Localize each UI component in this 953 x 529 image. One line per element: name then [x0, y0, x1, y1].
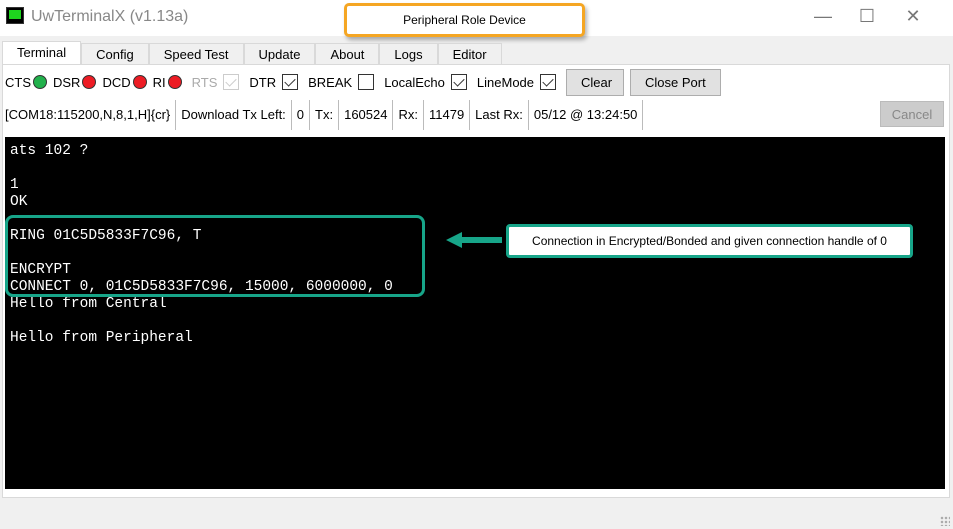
last-rx-label: Last Rx:: [470, 100, 529, 130]
linemode-label: LineMode: [476, 74, 535, 90]
tab-bar: Terminal Config Speed Test Update About …: [2, 41, 502, 66]
annotation-peripheral-role: Peripheral Role Device: [344, 3, 585, 37]
highlight-box: [5, 215, 425, 297]
break-checkbox[interactable]: [358, 74, 375, 90]
rx-label: Rx:: [393, 100, 424, 130]
status-row: [COM18:115200,N,8,1,H]{cr} Download Tx L…: [5, 100, 644, 130]
download-value: 0: [292, 100, 311, 130]
window-title: UwTerminalX (v1.13a): [31, 8, 189, 25]
minimize-button[interactable]: —: [808, 6, 838, 27]
close-port-button[interactable]: Close Port: [630, 68, 721, 96]
dtr-label: DTR: [249, 74, 277, 90]
dcd-label: DCD: [102, 74, 131, 90]
terminal-output[interactable]: ats 102 ? 1 OK RING 01C5D5833F7C96, T ENCRYP…: [5, 137, 945, 489]
cancel-button[interactable]: Cancel: [880, 101, 944, 127]
ri-indicator: [167, 75, 182, 89]
clear-button[interactable]: Clear: [566, 68, 625, 96]
tab-logs[interactable]: Logs: [379, 43, 438, 66]
tab-about[interactable]: About: [315, 43, 380, 66]
tx-value: 160524: [339, 100, 394, 130]
tab-terminal[interactable]: Terminal: [2, 41, 82, 66]
annotation-connection: Connection in Encrypted/Bonded and given…: [506, 224, 913, 258]
app-icon: [6, 7, 24, 24]
dsr-indicator: [82, 75, 97, 89]
tab-update[interactable]: Update: [243, 43, 316, 66]
tab-config[interactable]: Config: [81, 43, 149, 66]
localecho-label: LocalEcho: [384, 74, 445, 90]
rts-checkbox[interactable]: [223, 74, 240, 90]
rts-label: RTS: [191, 74, 218, 90]
terminal-line: Hello from Central: [10, 296, 167, 312]
last-rx-value: 05/12 @ 13:24:50: [529, 100, 644, 130]
rx-value: 11479: [424, 100, 471, 130]
signal-row: CTS DSR DCD RI RTS DTR BREAK LocalEcho L…: [5, 68, 727, 96]
maximize-button[interactable]: ☐: [852, 6, 882, 27]
dcd-indicator: [132, 75, 147, 89]
resize-grip[interactable]: [940, 516, 950, 526]
terminal-line: ats 102 ?: [10, 143, 89, 159]
port-settings: [COM18:115200,N,8,1,H]{cr}: [5, 100, 177, 130]
terminal-line: Hello from Peripheral: [10, 330, 193, 346]
tx-label: Tx:: [310, 100, 340, 130]
cts-label: CTS: [5, 74, 31, 90]
terminal-line: 1: [10, 177, 19, 193]
close-button[interactable]: ✕: [898, 6, 928, 27]
dsr-label: DSR: [53, 74, 81, 90]
break-label: BREAK: [308, 74, 353, 90]
ri-label: RI: [152, 74, 166, 90]
localecho-checkbox[interactable]: [450, 74, 467, 90]
dtr-checkbox[interactable]: [282, 74, 299, 90]
linemode-checkbox[interactable]: [540, 74, 557, 90]
tab-editor[interactable]: Editor: [437, 43, 502, 66]
terminal-line: OK: [10, 194, 28, 210]
download-label: Download Tx Left:: [176, 100, 292, 130]
tab-speed-test[interactable]: Speed Test: [148, 43, 244, 66]
cts-indicator: [33, 75, 47, 89]
arrow-left-icon: [446, 232, 502, 248]
